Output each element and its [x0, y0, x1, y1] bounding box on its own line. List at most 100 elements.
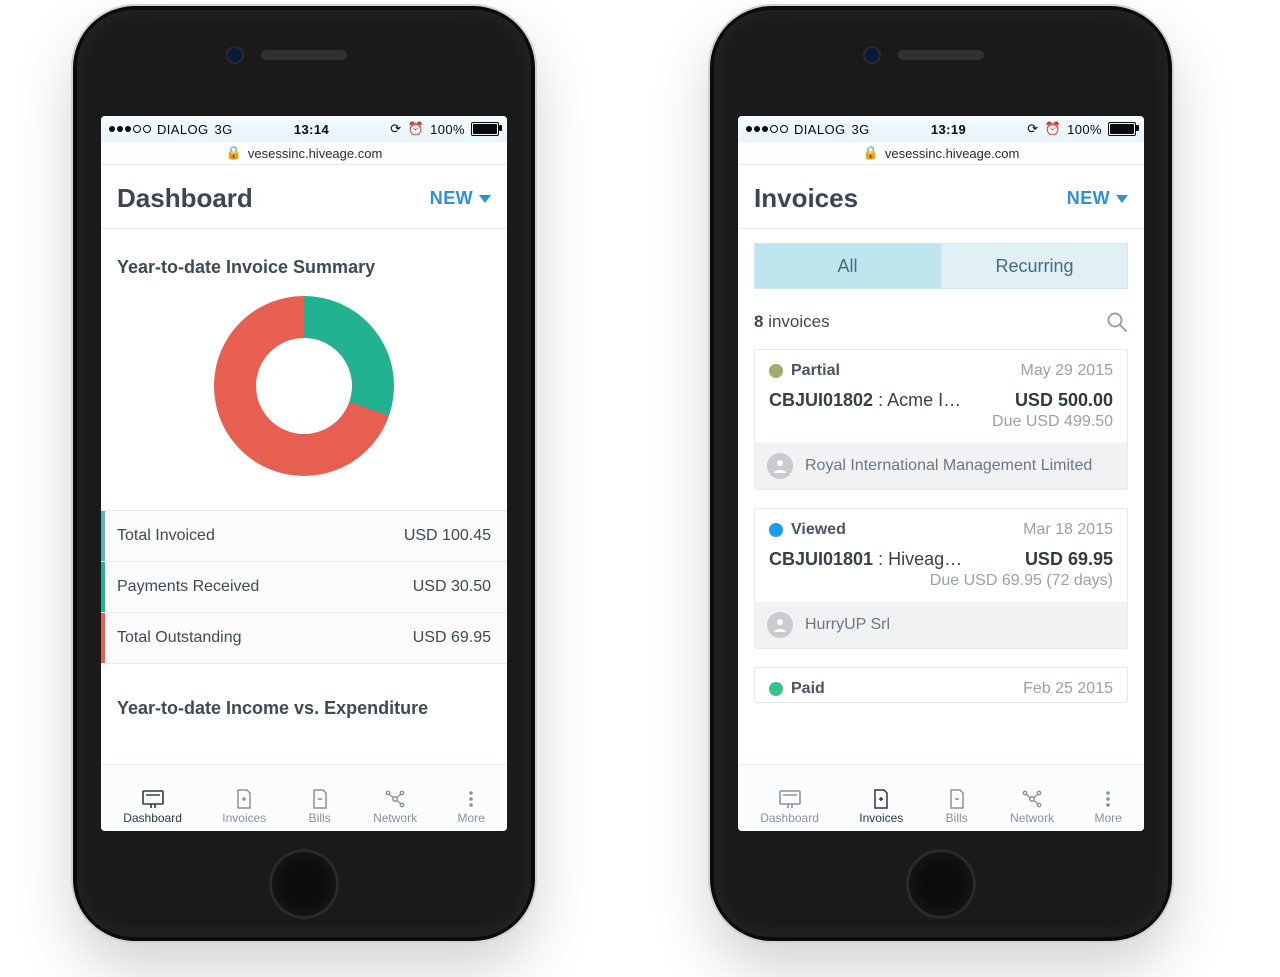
accent-bar — [101, 511, 105, 561]
carrier-label: DIALOG — [794, 122, 846, 137]
dashboard-icon — [777, 789, 803, 809]
screen-dashboard: DIALOG 3G 13:14 ⟳ ⏰ 100% 🔒 vesessinc.hiv… — [101, 116, 507, 831]
tab-label: Network — [373, 811, 417, 825]
tab-network[interactable]: Network — [373, 789, 417, 825]
lock-icon: 🔒 — [863, 145, 879, 161]
network-icon — [382, 789, 408, 809]
home-button[interactable] — [269, 849, 339, 919]
invoice-count: 8 invoices — [754, 312, 830, 332]
summary-value: USD 100.45 — [404, 527, 491, 545]
invoice-due: Due USD 499.50 — [755, 413, 1127, 443]
summary-list: Total Invoiced USD 100.45 Payments Recei… — [101, 510, 507, 664]
ios-status-bar: DIALOG 3G 13:19 ⟳ ⏰ 100% — [738, 116, 1144, 142]
status-dot-icon — [769, 364, 783, 378]
tab-label: Bills — [946, 811, 968, 825]
phone-invoices: DIALOG 3G 13:19 ⟳ ⏰ 100% 🔒 vesessinc.hiv… — [710, 6, 1172, 941]
summary-label: Total Outstanding — [117, 629, 242, 647]
accent-bar — [101, 562, 105, 612]
bill-icon — [944, 789, 970, 809]
invoice-card[interactable]: Paid Feb 25 2015 — [754, 667, 1128, 703]
browser-url-bar[interactable]: 🔒 vesessinc.hiveage.com — [101, 142, 507, 165]
invoice-count-label: invoices — [768, 312, 829, 331]
tab-invoices[interactable]: Invoices — [859, 789, 903, 825]
clock-label: 13:14 — [294, 122, 329, 137]
invoice-id-client: CBJUI01802 : Acme I… — [769, 390, 961, 411]
url-text: vesessinc.hiveage.com — [885, 146, 1019, 161]
segment-all[interactable]: All — [754, 243, 941, 289]
alarm-icon: ⏰ — [1045, 121, 1062, 137]
invoice-card[interactable]: Partial May 29 2015 CBJUI01802 : Acme I…… — [754, 349, 1128, 490]
network-label: 3G — [852, 122, 870, 137]
url-text: vesessinc.hiveage.com — [248, 146, 382, 161]
tab-label: Invoices — [222, 811, 266, 825]
tab-invoices[interactable]: Invoices — [222, 789, 266, 825]
segment-label: All — [837, 256, 857, 277]
more-icon — [458, 789, 484, 809]
new-button-label: NEW — [1067, 188, 1110, 209]
invoice-id: CBJUI01802 — [769, 390, 873, 410]
home-button[interactable] — [906, 849, 976, 919]
invoice-client: : Hiveag… — [873, 549, 962, 569]
orientation-lock-icon: ⟳ — [1027, 121, 1038, 137]
status-label: Viewed — [791, 521, 846, 539]
search-button[interactable] — [1106, 311, 1128, 333]
avatar-icon — [767, 453, 793, 479]
tab-label: Dashboard — [760, 811, 819, 825]
status-dot-icon — [769, 523, 783, 537]
tab-label: More — [1094, 811, 1121, 825]
chevron-down-icon — [479, 195, 491, 203]
alarm-icon: ⏰ — [408, 121, 425, 137]
tab-label: More — [457, 811, 484, 825]
phone-dashboard: DIALOG 3G 13:14 ⟳ ⏰ 100% 🔒 vesessinc.hiv… — [73, 6, 535, 941]
tab-dashboard[interactable]: Dashboard — [760, 789, 819, 825]
invoice-id: CBJUI01801 — [769, 549, 873, 569]
tab-bar: Dashboard Invoices Bills Network More — [738, 764, 1144, 831]
new-button[interactable]: NEW — [1067, 188, 1128, 209]
invoice-icon — [868, 789, 894, 809]
segment-recurring[interactable]: Recurring — [941, 243, 1128, 289]
tab-more[interactable]: More — [457, 789, 484, 825]
network-label: 3G — [215, 122, 233, 137]
network-icon — [1019, 789, 1045, 809]
summary-value: USD 30.50 — [413, 578, 491, 596]
invoice-date: Feb 25 2015 — [1023, 680, 1113, 698]
lock-icon: 🔒 — [226, 145, 242, 161]
org-name: HurryUP Srl — [805, 616, 890, 634]
new-button-label: NEW — [430, 188, 473, 209]
tab-network[interactable]: Network — [1010, 789, 1054, 825]
avatar-icon — [767, 612, 793, 638]
income-title: Year-to-date Income vs. Expenditure — [117, 698, 491, 719]
ios-status-bar: DIALOG 3G 13:14 ⟳ ⏰ 100% — [101, 116, 507, 142]
invoice-amount: USD 69.95 — [1025, 549, 1113, 570]
chevron-down-icon — [1116, 195, 1128, 203]
invoice-icon — [231, 789, 257, 809]
tab-bills[interactable]: Bills — [944, 789, 970, 825]
app-header: Invoices NEW — [738, 165, 1144, 229]
battery-icon — [471, 122, 499, 136]
search-icon — [1106, 311, 1128, 333]
summary-row: Total Invoiced USD 100.45 — [101, 511, 507, 562]
page-title: Invoices — [754, 183, 858, 214]
org-name: Royal International Management Limited — [805, 457, 1092, 475]
browser-url-bar[interactable]: 🔒 vesessinc.hiveage.com — [738, 142, 1144, 165]
battery-pct: 100% — [430, 122, 465, 137]
invoice-org: HurryUP Srl — [755, 602, 1127, 648]
segment-control: All Recurring — [754, 243, 1128, 289]
dashboard-icon — [140, 789, 166, 809]
summary-row: Payments Received USD 30.50 — [101, 562, 507, 613]
summary-row: Total Outstanding USD 69.95 — [101, 613, 507, 664]
more-icon — [1095, 789, 1121, 809]
tab-bills[interactable]: Bills — [307, 789, 333, 825]
summary-label: Payments Received — [117, 578, 259, 596]
tab-more[interactable]: More — [1094, 789, 1121, 825]
tab-label: Network — [1010, 811, 1054, 825]
new-button[interactable]: NEW — [430, 188, 491, 209]
summary-title: Year-to-date Invoice Summary — [117, 257, 491, 278]
accent-bar — [101, 613, 105, 663]
invoice-count-num: 8 — [754, 312, 763, 331]
orientation-lock-icon: ⟳ — [390, 121, 401, 137]
tab-dashboard[interactable]: Dashboard — [123, 789, 182, 825]
invoice-list: Partial May 29 2015 CBJUI01802 : Acme I…… — [754, 349, 1128, 643]
invoice-card[interactable]: Viewed Mar 18 2015 CBJUI01801 : Hiveag… … — [754, 508, 1128, 649]
invoice-due: Due USD 69.95 (72 days) — [755, 572, 1127, 602]
